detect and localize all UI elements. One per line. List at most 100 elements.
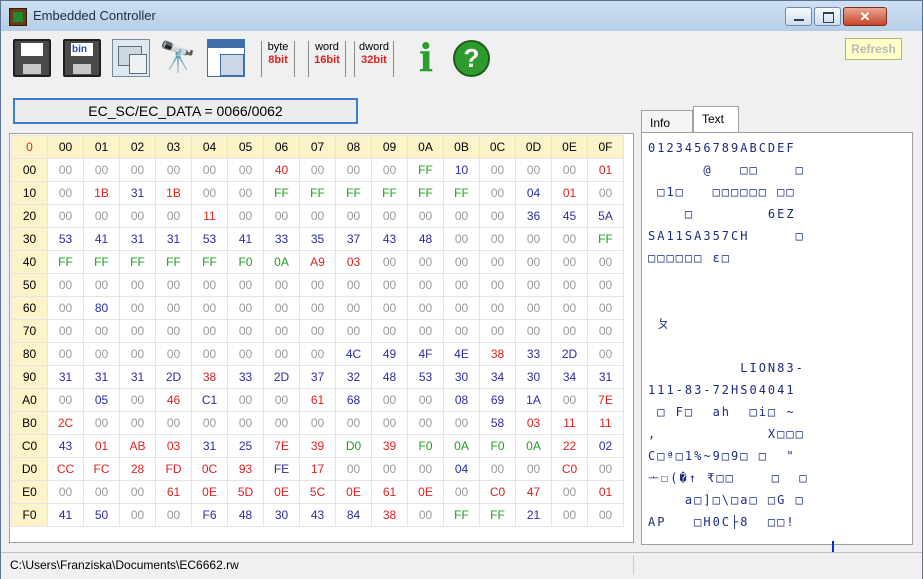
hex-cell[interactable]: 00 [371,411,408,435]
hex-cell[interactable]: 02 [587,434,624,458]
hex-cell[interactable]: 00 [407,388,444,412]
hex-cell[interactable]: 00 [335,204,372,228]
hex-cell[interactable]: 31 [119,181,156,205]
hex-cell[interactable]: 30 [443,365,480,389]
hex-cell[interactable]: 31 [119,227,156,251]
hex-cell[interactable]: D0 [335,434,372,458]
hex-cell[interactable]: 00 [263,204,300,228]
hex-cell[interactable]: 21 [515,503,552,527]
hex-cell[interactable]: 11 [191,204,228,228]
hex-cell[interactable]: 00 [191,319,228,343]
info-icon[interactable]: i [412,39,440,77]
hex-cell[interactable]: 31 [47,365,84,389]
hex-cell[interactable]: 00 [47,319,84,343]
hex-cell[interactable]: FF [263,181,300,205]
hex-cell[interactable]: 45 [551,204,588,228]
hex-cell[interactable]: 53 [47,227,84,251]
hex-cell[interactable]: 1B [83,181,120,205]
hex-cell[interactable]: 53 [191,227,228,251]
hex-cell[interactable]: 03 [335,250,372,274]
hex-cell[interactable]: 00 [335,158,372,182]
hex-cell[interactable]: 00 [551,480,588,504]
hex-cell[interactable]: FF [299,181,336,205]
hex-cell[interactable]: 10 [443,158,480,182]
hex-cell[interactable]: 43 [299,503,336,527]
hex-cell[interactable]: 58 [479,411,516,435]
hex-cell[interactable]: 00 [155,503,192,527]
hex-cell[interactable]: 00 [407,273,444,297]
hex-cell[interactable]: FC [83,457,120,481]
hex-cell[interactable]: A9 [299,250,336,274]
hex-cell[interactable]: 40 [263,158,300,182]
hex-cell[interactable]: 31 [83,365,120,389]
hex-cell[interactable]: 68 [335,388,372,412]
hex-cell[interactable]: 00 [515,158,552,182]
hex-cell[interactable]: 00 [299,342,336,366]
hex-cell[interactable]: 30 [263,503,300,527]
hex-cell[interactable]: FF [407,181,444,205]
hex-cell[interactable]: 00 [155,296,192,320]
hex-cell[interactable]: 00 [479,296,516,320]
hex-cell[interactable]: F0 [227,250,264,274]
hex-cell[interactable]: 04 [443,457,480,481]
hex-cell[interactable]: 00 [587,181,624,205]
hex-cell[interactable]: 03 [515,411,552,435]
hex-cell[interactable]: 00 [47,204,84,228]
hex-cell[interactable]: C0 [551,457,588,481]
dword-32bit-button[interactable]: dword 32bit [354,41,394,77]
hex-cell[interactable]: 7E [587,388,624,412]
hex-cell[interactable]: 04 [515,181,552,205]
hex-cell[interactable]: 48 [407,227,444,251]
hex-cell[interactable]: 00 [479,204,516,228]
hex-cell[interactable]: 00 [83,204,120,228]
hex-cell[interactable]: 00 [479,457,516,481]
hex-cell[interactable]: 00 [587,503,624,527]
hex-cell[interactable]: 00 [551,319,588,343]
hex-cell[interactable]: 49 [371,342,408,366]
hex-cell[interactable]: 00 [263,273,300,297]
hex-cell[interactable]: 00 [119,273,156,297]
hex-cell[interactable]: 00 [551,227,588,251]
hex-cell[interactable]: FD [155,457,192,481]
hex-cell[interactable]: 41 [227,227,264,251]
save-bin-icon[interactable]: bin [63,39,101,77]
hex-cell[interactable]: 36 [515,204,552,228]
hex-cell[interactable]: 2D [155,365,192,389]
hex-cell[interactable]: 38 [191,365,228,389]
hex-cell[interactable]: 0E [191,480,228,504]
hex-cell[interactable]: C0 [479,480,516,504]
hex-cell[interactable]: 00 [515,227,552,251]
hex-cell[interactable]: 00 [587,273,624,297]
hex-cell[interactable]: 5C [299,480,336,504]
hex-cell[interactable]: FF [335,181,372,205]
hex-cell[interactable]: 53 [407,365,444,389]
hex-cell[interactable]: 00 [191,296,228,320]
hex-cell[interactable]: 00 [299,411,336,435]
hex-cell[interactable]: 00 [407,457,444,481]
hex-cell[interactable]: 00 [587,457,624,481]
hex-cell[interactable]: 05 [83,388,120,412]
hex-cell[interactable]: 00 [587,250,624,274]
hex-cell[interactable]: FF [155,250,192,274]
hex-cell[interactable]: 34 [479,365,516,389]
hex-cell[interactable]: 00 [443,411,480,435]
hex-cell[interactable]: 00 [371,388,408,412]
hex-cell[interactable]: 00 [299,204,336,228]
hex-cell[interactable]: 7E [263,434,300,458]
hex-cell[interactable]: 00 [371,158,408,182]
hex-cell[interactable]: 61 [299,388,336,412]
hex-cell[interactable]: 00 [227,388,264,412]
hex-cell[interactable]: 00 [407,250,444,274]
hex-cell[interactable]: FF [407,158,444,182]
hex-cell[interactable]: 4F [407,342,444,366]
hex-cell[interactable]: 00 [551,296,588,320]
hex-cell[interactable]: 31 [191,434,228,458]
hex-cell[interactable]: 00 [227,204,264,228]
hex-cell[interactable]: 00 [443,250,480,274]
hex-cell[interactable]: 00 [227,158,264,182]
maximize-button[interactable] [814,7,841,26]
hex-cell[interactable]: 00 [407,204,444,228]
window-layout-icon[interactable] [207,39,245,77]
hex-cell[interactable]: 00 [407,296,444,320]
hex-cell[interactable]: 00 [47,342,84,366]
